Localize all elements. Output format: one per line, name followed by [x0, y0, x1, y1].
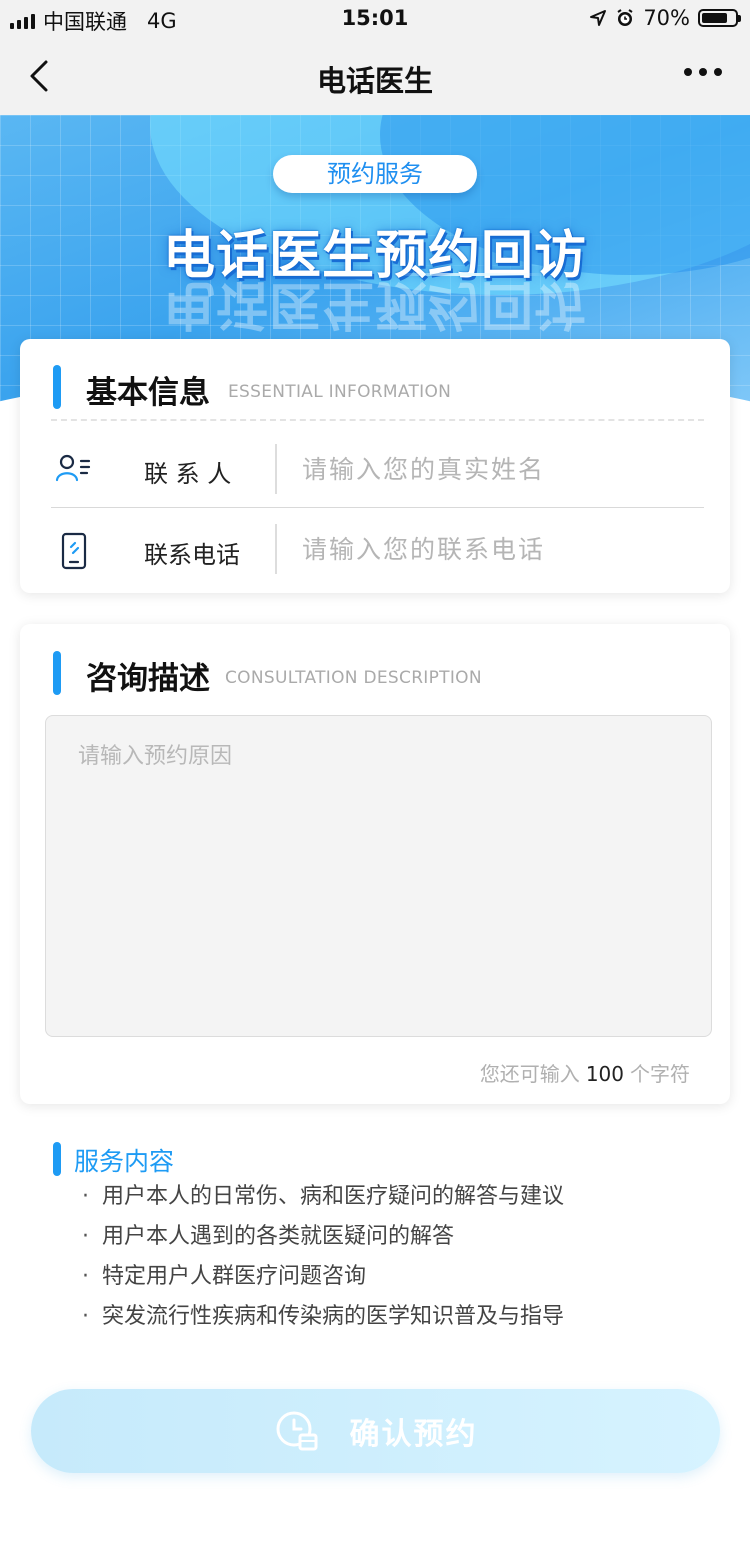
char-counter-value: 100 [585, 1062, 624, 1086]
section-marker [53, 1142, 61, 1176]
service-list: · 用户本人的日常伤、病和医疗疑问的解答与建议 · 用户本人遇到的各类就医疑问的解答… [82, 1180, 564, 1340]
contact-name-label: 联 系 人 [144, 460, 232, 488]
service-item-text: 特定用户人群医疗问题咨询 [102, 1264, 367, 1289]
more-dot [699, 68, 707, 76]
char-counter-suffix: 个字符 [630, 1062, 690, 1086]
section-subtitle: CONSULTATION DESCRIPTION [225, 668, 482, 688]
contact-person-icon [54, 450, 94, 490]
section-marker [53, 651, 61, 695]
consultation-textarea[interactable] [45, 715, 712, 1037]
contact-name-input[interactable] [300, 448, 714, 490]
contact-phone-label: 联系电话 [144, 541, 240, 569]
bullet: · [82, 1224, 89, 1249]
page-title: 电话医生 [316, 64, 433, 98]
confirm-appointment-button[interactable]: 确认预约 [31, 1389, 720, 1473]
dashed-divider [51, 419, 704, 421]
nav-bar: 电话医生 [0, 38, 750, 115]
banner-glow [395, 273, 545, 276]
char-counter-prefix: 您还可输入 [479, 1062, 580, 1086]
service-item-text: 突发流行性疾病和传染病的医学知识普及与指导 [102, 1304, 565, 1329]
banner-title-reflection: 电话医生预约回访 [162, 274, 587, 334]
more-button[interactable] [684, 68, 722, 76]
service-item-text: 用户本人遇到的各类就医疑问的解答 [102, 1224, 455, 1249]
more-dots-icon [684, 68, 692, 76]
more-dot [714, 68, 722, 76]
location-arrow-icon [590, 10, 607, 26]
basic-info-card: 基本信息 ESSENTIAL INFORMATION 联 系 人 联系电话 [20, 339, 730, 593]
list-item: · 特定用户人群医疗问题咨询 [82, 1260, 564, 1300]
battery-percent: 70% [643, 6, 690, 30]
field-divider [275, 524, 277, 574]
bullet: · [82, 1304, 89, 1329]
section-title: 咨询描述 [86, 661, 210, 697]
status-bar: 中国联通 4G 15:01 70% [0, 0, 750, 38]
list-item: · 用户本人的日常伤、病和医疗疑问的解答与建议 [82, 1180, 564, 1220]
field-divider [275, 444, 277, 494]
section-title: 基本信息 [86, 375, 210, 411]
battery-icon [698, 9, 741, 27]
banner-badge: 预约服务 [273, 155, 477, 193]
list-item: · 突发流行性疾病和传染病的医学知识普及与指导 [82, 1300, 564, 1340]
char-counter: 您还可输入 100 个字符 [480, 1058, 690, 1087]
service-item-text: 用户本人的日常伤、病和医疗疑问的解答与建议 [102, 1184, 565, 1209]
phone-icon [54, 531, 94, 571]
bullet: · [82, 1264, 89, 1289]
alarm-clock-icon [617, 9, 633, 26]
bullet: · [82, 1184, 89, 1209]
row-divider [51, 507, 704, 508]
list-item: · 用户本人遇到的各类就医疑问的解答 [82, 1220, 564, 1260]
section-subtitle: ESSENTIAL INFORMATION [228, 382, 452, 402]
clock-calendar-icon [276, 1411, 317, 1451]
service-title: 服务内容 [74, 1147, 175, 1176]
section-marker [53, 365, 61, 409]
confirm-label: 确认预约 [349, 1417, 478, 1452]
consultation-card: 咨询描述 CONSULTATION DESCRIPTION 您还可输入100个字… [20, 624, 730, 1104]
contact-phone-input[interactable] [300, 528, 714, 570]
status-right: 70% [589, 6, 741, 30]
